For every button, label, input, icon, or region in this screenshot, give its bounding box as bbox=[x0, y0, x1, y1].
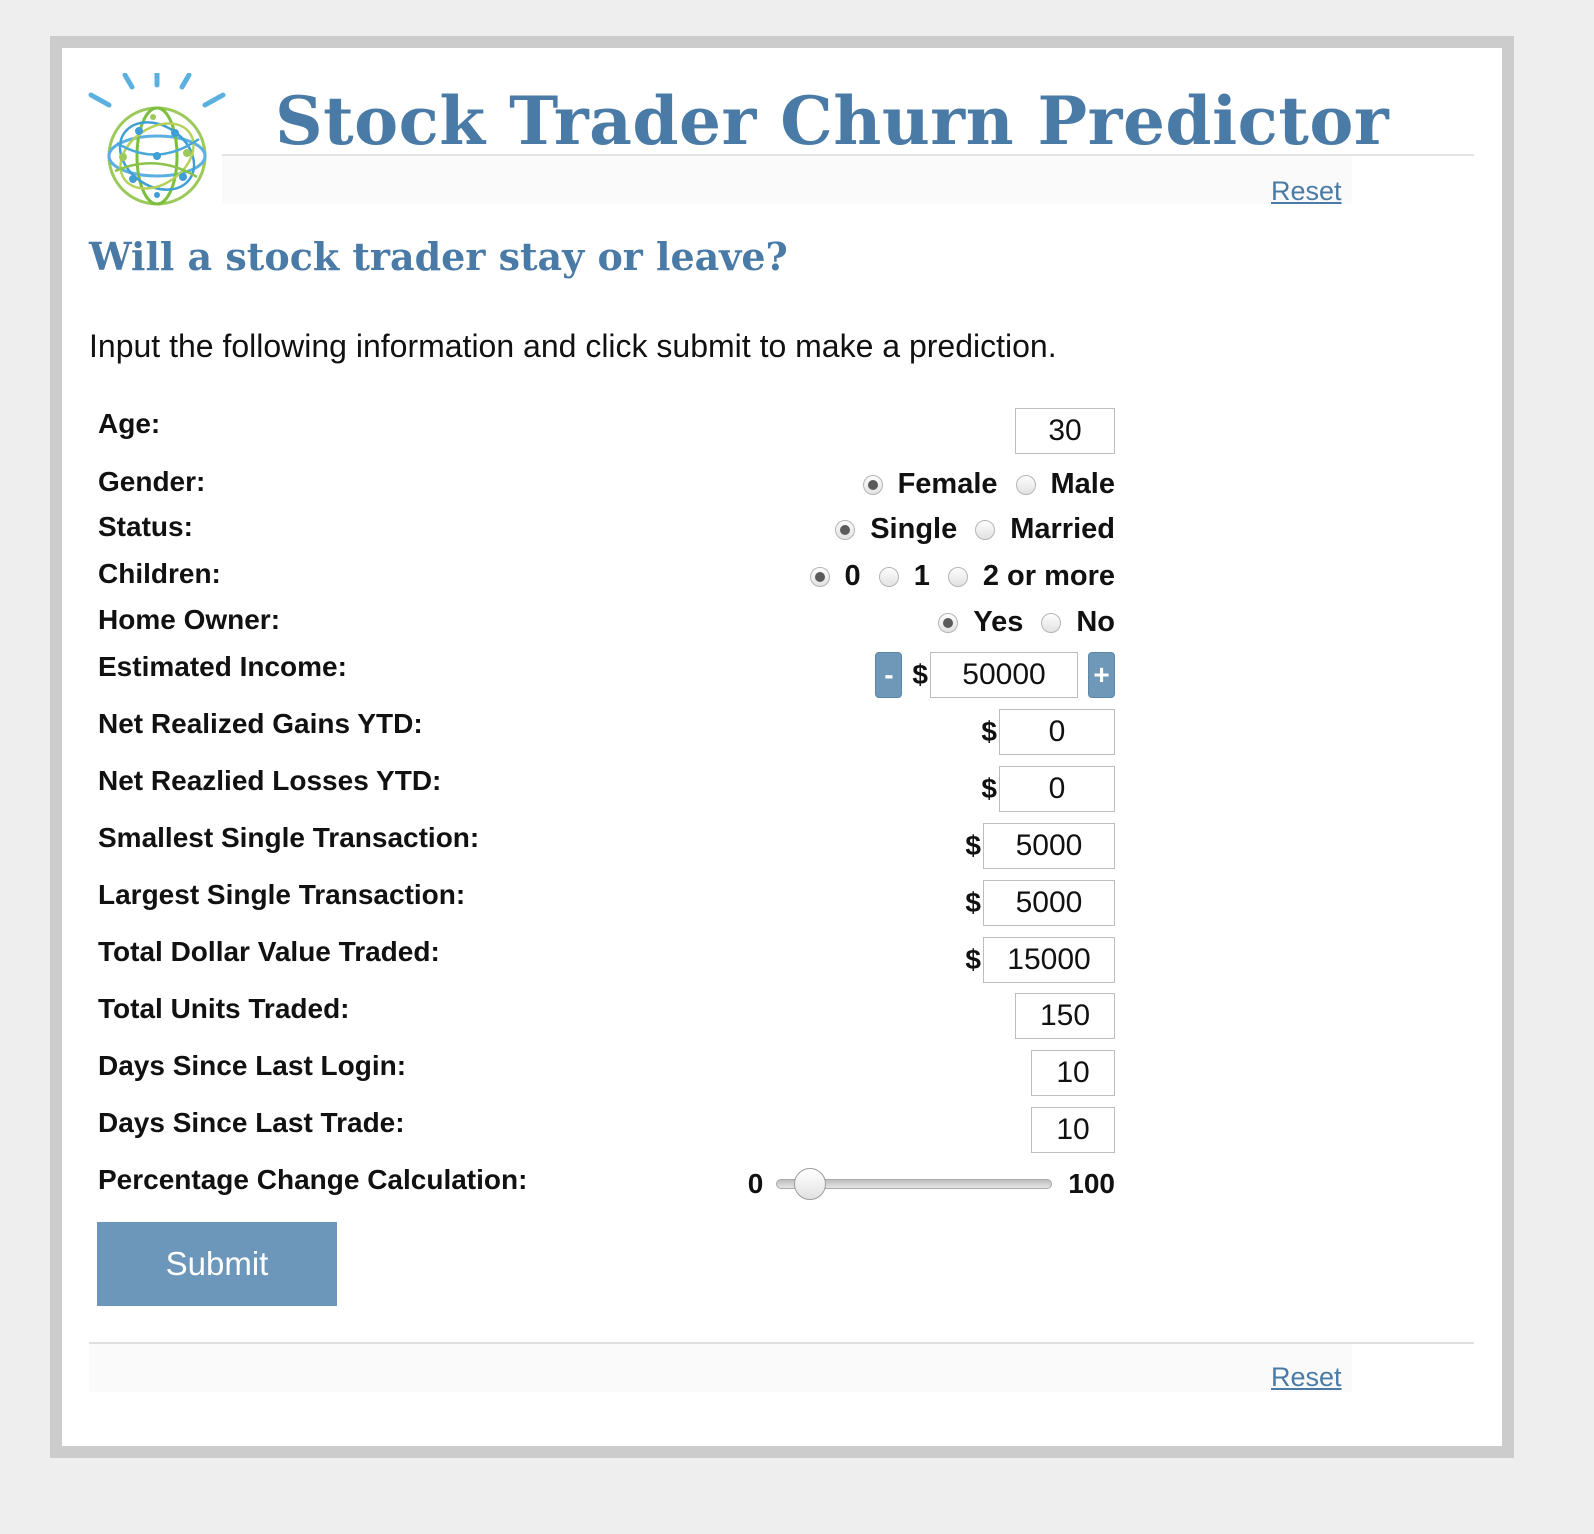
children-1-radio[interactable] bbox=[878, 566, 899, 587]
app-frame: Stock Trader Churn Predictor Reset Will … bbox=[50, 36, 1514, 1458]
total-dollar-value-label: Total Dollar Value Traded: bbox=[98, 936, 440, 967]
home-owner-yes-radio[interactable] bbox=[938, 612, 959, 633]
gender-male-label: Male bbox=[1050, 468, 1115, 500]
largest-transaction-currency-symbol: $ bbox=[965, 887, 981, 918]
children-label: Children: bbox=[98, 558, 221, 589]
largest-transaction-control: $ bbox=[965, 880, 1115, 926]
net-gains-control: $ bbox=[981, 709, 1115, 755]
children-1-label: 1 bbox=[913, 560, 930, 592]
total-dollar-value-input[interactable] bbox=[983, 937, 1115, 983]
net-losses-control: $ bbox=[981, 766, 1115, 812]
home-owner-radio-group: Yes No bbox=[938, 606, 1115, 639]
age-input[interactable] bbox=[1015, 408, 1115, 454]
age-control bbox=[1015, 408, 1115, 454]
age-label: Age: bbox=[98, 408, 161, 439]
income-decrement-button[interactable]: - bbox=[875, 652, 903, 698]
days-since-login-input[interactable] bbox=[1031, 1050, 1115, 1096]
status-single-radio[interactable] bbox=[835, 519, 856, 540]
days-since-login-control bbox=[1031, 1050, 1115, 1096]
home-owner-no-radio[interactable] bbox=[1041, 612, 1062, 633]
smallest-transaction-control: $ bbox=[965, 823, 1115, 869]
status-label: Status: bbox=[98, 511, 193, 542]
reset-link-top[interactable]: Reset bbox=[1271, 176, 1342, 207]
children-2-or-more-radio[interactable] bbox=[947, 566, 968, 587]
children-0-label: 0 bbox=[844, 560, 861, 592]
days-since-login-label: Days Since Last Login: bbox=[98, 1050, 407, 1081]
largest-transaction-input[interactable] bbox=[983, 880, 1115, 926]
footer-toolbar bbox=[89, 1344, 1352, 1392]
form-instructions: Input the following information and clic… bbox=[89, 328, 1057, 364]
net-gains-currency-symbol: $ bbox=[981, 716, 997, 747]
reset-link-bottom[interactable]: Reset bbox=[1271, 1362, 1342, 1393]
net-gains-input[interactable] bbox=[999, 709, 1115, 755]
header-toolbar bbox=[222, 156, 1352, 204]
status-married-radio[interactable] bbox=[975, 519, 996, 540]
total-dollar-value-currency-symbol: $ bbox=[965, 944, 981, 975]
children-2-or-more-label: 2 or more bbox=[982, 560, 1115, 592]
form-heading: Will a stock trader stay or leave? bbox=[89, 234, 788, 279]
children-radio-group: 0 1 2 or more bbox=[809, 560, 1115, 593]
total-units-input[interactable] bbox=[1015, 993, 1115, 1039]
total-dollar-value-control: $ bbox=[965, 937, 1115, 983]
home-owner-no-label: No bbox=[1076, 606, 1115, 638]
smallest-transaction-currency-symbol: $ bbox=[965, 830, 981, 861]
page-title: Stock Trader Churn Predictor bbox=[275, 82, 1390, 160]
home-owner-label: Home Owner: bbox=[98, 604, 281, 635]
estimated-income-label: Estimated Income: bbox=[98, 651, 347, 682]
largest-transaction-label: Largest Single Transaction: bbox=[98, 879, 466, 910]
income-increment-button[interactable]: + bbox=[1088, 652, 1115, 698]
home-owner-yes-label: Yes bbox=[973, 606, 1024, 638]
slider-max-label: 100 bbox=[1068, 1168, 1115, 1199]
days-since-trade-control bbox=[1031, 1107, 1115, 1153]
net-losses-label: Net Reazlied Losses YTD: bbox=[98, 765, 442, 796]
total-units-label: Total Units Traded: bbox=[98, 993, 350, 1024]
status-radio-group: Single Married bbox=[835, 513, 1115, 546]
income-currency-symbol: $ bbox=[912, 659, 928, 690]
gender-radio-group: Female Male bbox=[862, 468, 1115, 501]
status-married-label: Married bbox=[1010, 513, 1115, 545]
smallest-transaction-label: Smallest Single Transaction: bbox=[98, 822, 480, 853]
gender-male-radio[interactable] bbox=[1015, 474, 1036, 495]
net-gains-label: Net Realized Gains YTD: bbox=[98, 708, 423, 739]
total-units-control bbox=[1015, 993, 1115, 1039]
gender-female-label: Female bbox=[897, 468, 998, 500]
children-0-radio[interactable] bbox=[809, 566, 830, 587]
estimated-income-control: - $ + bbox=[875, 652, 1115, 698]
percentage-change-label: Percentage Change Calculation: bbox=[98, 1164, 528, 1195]
percentage-change-slider-thumb[interactable] bbox=[793, 1168, 826, 1200]
gender-female-radio[interactable] bbox=[862, 474, 883, 495]
slider-min-label: 0 bbox=[747, 1168, 764, 1199]
days-since-trade-input[interactable] bbox=[1031, 1107, 1115, 1153]
smallest-transaction-input[interactable] bbox=[983, 823, 1115, 869]
percentage-change-slider-track[interactable] bbox=[776, 1168, 1053, 1200]
estimated-income-input[interactable] bbox=[930, 652, 1078, 698]
status-single-label: Single bbox=[870, 513, 958, 545]
gender-label: Gender: bbox=[98, 466, 206, 497]
net-losses-currency-symbol: $ bbox=[981, 773, 997, 804]
percentage-change-control: 0 100 bbox=[748, 1168, 1115, 1200]
net-losses-input[interactable] bbox=[999, 766, 1115, 812]
watson-globe-icon bbox=[88, 73, 226, 206]
days-since-trade-label: Days Since Last Trade: bbox=[98, 1107, 405, 1138]
submit-button[interactable]: Submit bbox=[97, 1222, 337, 1306]
